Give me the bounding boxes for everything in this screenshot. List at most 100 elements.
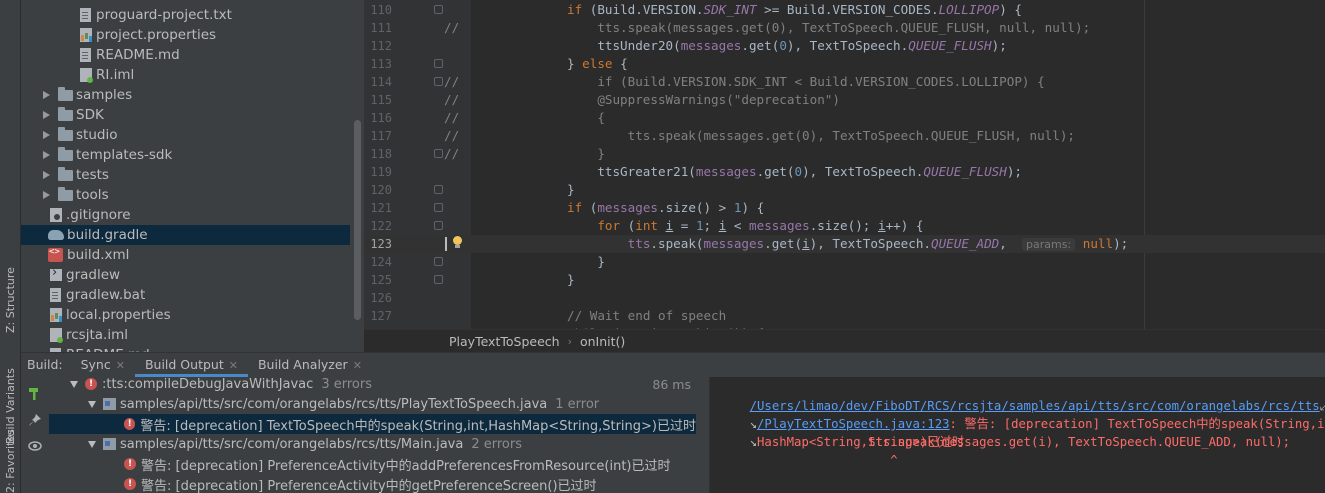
fold-marker-icon[interactable] [434,5,443,14]
chevron-right-icon[interactable] [41,150,51,160]
pin-icon[interactable] [28,413,42,427]
code-line[interactable]: 121 if (messages.size() > 1) { [364,199,1325,217]
chevron-right-icon[interactable] [41,90,51,100]
tree-item-local-properties[interactable]: local.properties [21,305,364,325]
code-line[interactable]: 122 for (int i = 1; i < messages.size();… [364,217,1325,235]
fold-marker-icon[interactable] [434,275,443,284]
code-text: } [476,254,605,269]
code-line[interactable]: 120 } [364,181,1325,199]
structure-tool-tab[interactable]: Z: Structure [1,258,20,333]
tree-item-ri-iml[interactable]: RI.iml [21,65,364,85]
folder-icon [58,126,73,141]
chevron-right-icon[interactable] [41,170,51,180]
code-text: @SuppressWarnings("deprecation") [476,92,840,107]
chevron-down-icon[interactable] [87,399,97,409]
breadcrumb-method[interactable]: onInit() [580,334,625,349]
tree-item-samples[interactable]: samples [21,85,364,105]
build-tree-error-row[interactable]: ! 警告: [deprecation] TextToSpeech中的speak(S… [49,414,696,434]
build-tree-count: 2 errors [471,436,522,452]
build-tree-error-row[interactable]: ! 警告: [deprecation] PreferenceActivity中的g… [49,474,709,493]
tree-item-sdk[interactable]: SDK [21,105,364,125]
build-tab-build-output[interactable]: Build Output ✕ [134,357,248,377]
fold-marker-icon[interactable] [434,221,443,230]
chevron-down-icon[interactable] [69,379,79,389]
code-line[interactable]: 117 // tts.speak(messages.get(0), TextToS… [364,127,1325,145]
java-file-icon [103,438,116,450]
props-icon [80,28,92,42]
build-tree-error-row[interactable]: ! 警告: [deprecation] PreferenceActivity中的a… [49,454,709,474]
project-tree-scrollbar[interactable] [354,120,361,320]
fold-marker-icon[interactable] [434,185,443,194]
java-file-icon [103,398,116,410]
code-line[interactable]: 112 ttsUnder20(messages.get(0), TextToSp… [364,37,1325,55]
build-tab-label: Build Output [144,357,224,372]
tree-item-readme-md[interactable]: README.md [21,345,364,352]
tree-item-gradlew[interactable]: gradlew [21,265,364,285]
code-line[interactable]: 111 // tts.speak(messages.get(0), TextToS… [364,19,1325,37]
fold-marker-icon[interactable] [434,59,443,68]
build-tree-task-row[interactable]: !:tts:compileDebugJavaWithJavac 3 errors 8… [49,377,709,394]
chevron-right-icon[interactable] [41,130,51,140]
term-icon [50,265,62,281]
code-line[interactable]: 114 // if (Build.VERSION.SDK_INT < Build.… [364,73,1325,91]
tree-item-gradlew-bat[interactable]: gradlew.bat [21,285,364,305]
tree-item-build-gradle[interactable]: build.gradle [21,225,350,245]
eye-icon[interactable] [28,439,42,453]
code-text: // Wait end of speech [567,308,727,323]
build-tree-text: :tts:compileDebugJavaWithJavac [102,377,314,392]
build-tab-build-analyzer[interactable]: Build Analyzer ✕ [248,357,372,377]
code-line[interactable]: 119 ttsGreater21(messages.get(0), TextTo… [364,163,1325,181]
tree-item-tools[interactable]: tools [21,185,364,205]
code-line[interactable]: 116 // { [364,109,1325,127]
tree-item-readme-md[interactable]: README.md [21,45,364,65]
breadcrumb-class[interactable]: PlayTextToSpeech [449,334,560,349]
close-icon[interactable]: ✕ [116,359,125,372]
fold-marker-icon[interactable] [434,77,443,86]
tree-item-tests[interactable]: tests [21,165,364,185]
build-tree-text: 警告: [deprecation] TextToSpeech中的speak(St… [140,418,696,434]
tree-item-project-properties[interactable]: project.properties [21,25,364,45]
chevron-right-icon[interactable] [41,110,51,120]
code-line[interactable]: 125 } [364,271,1325,289]
fold-marker-icon[interactable] [434,149,443,158]
comment-marker: // [444,92,460,107]
fold-marker-icon[interactable] [434,257,443,266]
folder-icon [58,146,73,161]
code-line[interactable]: 118 // } [364,145,1325,163]
build-tree-file-row[interactable]: samples/api/tts/src/com/orangelabs/rcs/t… [49,434,709,454]
code-editor[interactable]: 110 if (Build.VERSION.SDK_INT >= Build.V… [364,0,1325,329]
iml-icon [80,68,93,83]
tree-item-label: SDK [76,107,104,123]
code-text: tts.speak(messages.get(i), TextToSpeech.… [627,236,1129,251]
error-icon: ! [124,458,136,470]
code-text: if (Build.VERSION.SDK_INT < Build.VERSIO… [476,74,1045,89]
code-line[interactable]: 110 if (Build.VERSION.SDK_INT >= Build.V… [364,1,1325,19]
tree-item-studio[interactable]: studio [21,125,364,145]
build-console[interactable]: /Users/limao/dev/FiboDT/RCS/rcsjta/sampl… [710,377,1325,493]
code-line[interactable]: 126 [364,289,1325,307]
code-line[interactable]: 115 // @SuppressWarnings("deprecation") [364,91,1325,109]
tree-item-proguard-project-txt[interactable]: proguard-project.txt [21,5,364,25]
favorites-tool-tab[interactable]: 2: Favorites [1,429,20,493]
file-icon [50,288,61,302]
tree-item-rcsjta-iml[interactable]: rcsjta.iml [21,325,364,345]
close-icon[interactable]: ✕ [353,359,362,372]
close-icon[interactable]: ✕ [229,359,238,372]
fold-marker-icon[interactable] [434,203,443,212]
comment-marker: // [444,20,460,35]
lightbulb-icon[interactable] [452,236,462,248]
chevron-right-icon[interactable] [41,190,51,200]
tree-item-templates-sdk[interactable]: templates-sdk [21,145,364,165]
tree-item-label: tools [76,187,109,203]
build-tree-file-row[interactable]: samples/api/tts/src/com/orangelabs/rcs/t… [49,394,709,414]
hammer-icon[interactable] [28,387,42,401]
build-tab-sync[interactable]: Sync ✕ [71,357,135,377]
code-line[interactable]: 113 } else { [364,55,1325,73]
code-line[interactable]: 123 tts.speak(messages.get(i), TextToSpe… [364,235,1325,253]
tree-item-gitignore[interactable]: .gitignore [21,205,364,225]
tree-item-build-xml[interactable]: build.xml [21,245,364,265]
code-line[interactable]: 127 // Wait end of speech [364,307,1325,325]
line-number: 120 [370,183,392,197]
chevron-down-icon[interactable] [87,439,97,449]
code-line[interactable]: 124 } [364,253,1325,271]
